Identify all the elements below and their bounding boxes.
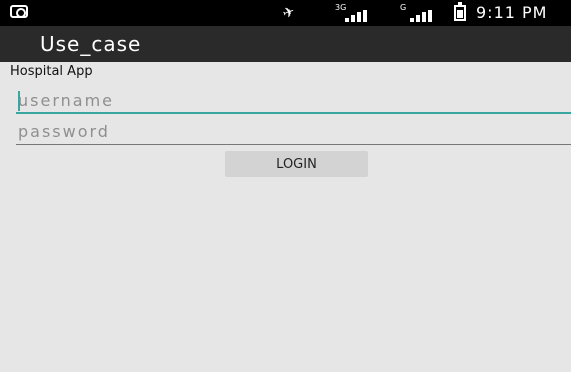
status-time: 9:11 PM xyxy=(476,3,548,22)
rotation-lock-icon: ✈ xyxy=(280,3,298,23)
signal-bars-icon xyxy=(345,10,369,22)
app-notification-icon xyxy=(10,5,28,18)
text-cursor xyxy=(18,91,20,111)
signal-bars-icon-2 xyxy=(410,10,434,22)
password-field[interactable] xyxy=(16,119,571,145)
battery-icon xyxy=(454,2,466,21)
status-bar: ✈ 3G G 9:11 PM xyxy=(0,0,571,26)
mobile-signal-icon: 3G xyxy=(335,4,371,22)
app-label: Hospital App xyxy=(10,64,93,79)
network-type-label-2: G xyxy=(400,3,407,12)
mobile-signal-icon-2: G xyxy=(400,4,436,22)
username-field[interactable] xyxy=(16,88,571,114)
login-button[interactable]: LOGIN xyxy=(225,151,368,177)
action-bar-title: Use_case xyxy=(40,32,142,56)
action-bar: Use_case xyxy=(0,26,571,62)
